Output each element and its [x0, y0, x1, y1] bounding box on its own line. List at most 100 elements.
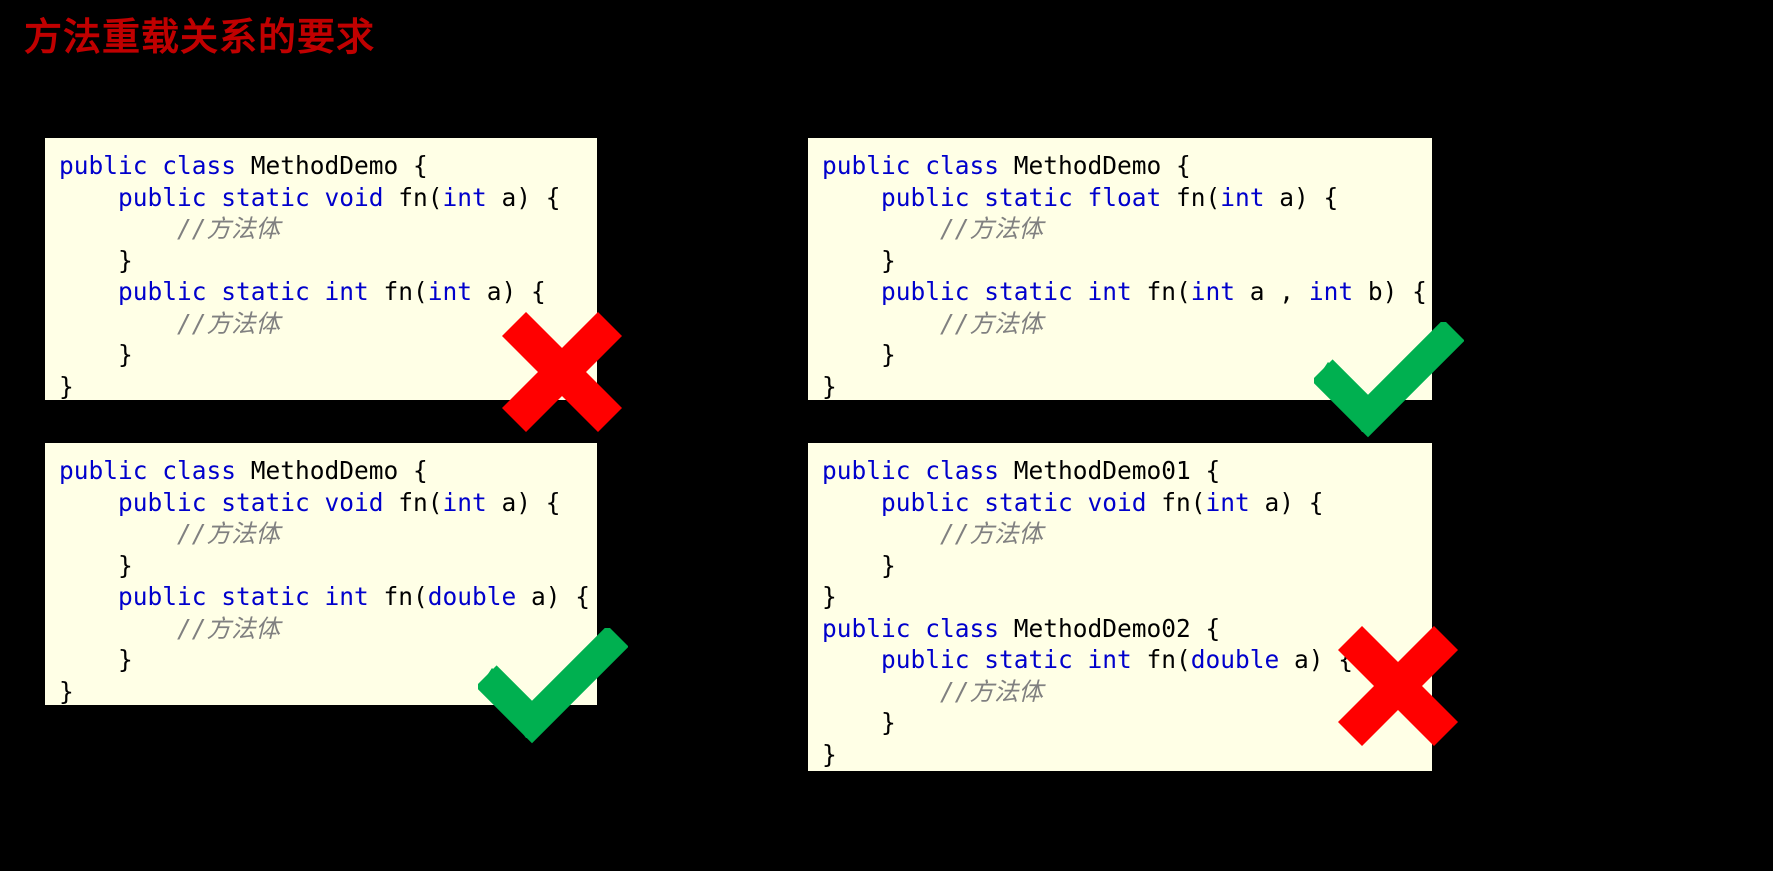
code-token: fn( [383, 582, 428, 611]
code-token: int [442, 182, 487, 212]
code-token: public static void [822, 487, 1162, 517]
code-token: a , [1235, 277, 1309, 306]
code-token: int [1308, 277, 1354, 306]
code-token: a) { [472, 277, 546, 306]
code-token: //方法体 [59, 214, 281, 243]
code-snippet-valid-different-params: public class MethodDemo { public static … [808, 138, 1432, 400]
code-line: //方法体 [59, 213, 597, 245]
code-token: //方法体 [59, 308, 281, 338]
code-line: } [822, 550, 1432, 582]
code-line: public static void fn(int a) { [59, 487, 597, 519]
code-token: } [822, 550, 896, 580]
code-line: //方法体 [822, 518, 1432, 550]
code-token: MethodDemo { [250, 456, 428, 485]
code-token: public static void [59, 487, 399, 517]
code-token: MethodDemo02 { [1013, 613, 1221, 643]
code-token: public class [59, 151, 251, 180]
code-token: } [59, 371, 74, 401]
code-token: } [822, 739, 837, 769]
code-line: public class MethodDemo02 { [822, 613, 1432, 645]
code-line: public class MethodDemo01 { [822, 455, 1432, 487]
code-line: public static void fn(int a) { [59, 182, 597, 214]
code-token: public static void [59, 182, 399, 212]
code-line: //方法体 [59, 613, 597, 645]
code-lines: public class MethodDemo { public static … [822, 150, 1432, 400]
code-line: public static int fn(double a) { [59, 581, 597, 613]
code-token: MethodDemo01 { [1013, 456, 1221, 485]
code-snippet-valid-different-param-type: public class MethodDemo { public static … [45, 443, 597, 705]
code-snippet-invalid-return-type-only: public class MethodDemo { public static … [45, 138, 597, 400]
code-token: int [1220, 182, 1265, 212]
code-token: fn( [398, 487, 443, 517]
code-token: //方法体 [822, 676, 1044, 706]
code-token: fn( [383, 277, 428, 306]
code-token: public static int [822, 277, 1147, 306]
code-token: //方法体 [59, 519, 281, 548]
code-token: } [822, 340, 896, 369]
code-token: a) { [486, 487, 561, 517]
code-snippet-invalid-different-classes: public class MethodDemo01 { public stati… [808, 443, 1432, 771]
code-line: } [59, 676, 597, 706]
code-line: public static int fn(int a , int b) { [822, 276, 1432, 308]
code-token: int [442, 487, 487, 517]
code-line: } [822, 581, 1432, 613]
code-token: public class [59, 456, 251, 485]
code-token: fn( [1176, 182, 1221, 212]
code-token: //方法体 [59, 613, 281, 643]
code-line: } [59, 550, 597, 582]
code-line: public class MethodDemo { [59, 150, 597, 182]
code-token: int [427, 277, 473, 306]
code-token: } [822, 582, 837, 611]
code-token: //方法体 [822, 519, 1044, 548]
page-title: 方法重载关系的要求 [24, 17, 376, 59]
code-token: } [59, 676, 74, 706]
code-token: //方法体 [822, 308, 1044, 338]
code-token: } [59, 550, 133, 580]
code-token: fn( [398, 182, 443, 212]
code-token: } [59, 340, 133, 369]
code-token: a) { [516, 582, 591, 611]
code-line: } [822, 245, 1432, 277]
code-line: } [59, 371, 597, 401]
code-token: double [1190, 645, 1280, 674]
code-line: public static int fn(int a) { [59, 276, 597, 308]
code-token: fn( [1146, 645, 1191, 674]
code-token: } [59, 645, 133, 674]
code-line: } [822, 371, 1432, 401]
code-token: } [822, 371, 837, 401]
code-token: public static int [822, 645, 1147, 674]
code-token: public class [822, 613, 1014, 643]
code-line: } [59, 245, 597, 277]
code-line: //方法体 [822, 308, 1432, 340]
code-line: //方法体 [59, 518, 597, 550]
code-token: //方法体 [822, 214, 1044, 243]
code-token: b) { [1353, 277, 1427, 306]
code-token: } [822, 708, 896, 737]
code-line: public class MethodDemo { [59, 455, 597, 487]
code-token: a) { [1279, 645, 1354, 674]
code-line: } [59, 644, 597, 676]
code-line: //方法体 [822, 213, 1432, 245]
code-token: a) { [1249, 487, 1324, 517]
code-token: int [1190, 277, 1236, 306]
code-line: //方法体 [59, 308, 597, 340]
code-token: a) { [1264, 182, 1339, 212]
code-token: double [427, 582, 517, 611]
code-line: } [59, 339, 597, 371]
code-token: public class [822, 456, 1014, 485]
code-token: public class [822, 151, 1014, 180]
code-token: MethodDemo { [250, 151, 428, 180]
code-token: } [822, 245, 896, 275]
code-line: } [822, 739, 1432, 771]
code-lines: public class MethodDemo { public static … [59, 150, 597, 400]
code-line: public static int fn(double a) { [822, 644, 1432, 676]
code-token: a) { [486, 182, 561, 212]
code-line: public static float fn(int a) { [822, 182, 1432, 214]
code-line: } [822, 707, 1432, 739]
code-line: public static void fn(int a) { [822, 487, 1432, 519]
code-token: } [59, 245, 133, 275]
code-lines: public class MethodDemo { public static … [59, 455, 597, 705]
code-token: fn( [1146, 277, 1191, 306]
code-token: public static int [59, 277, 384, 306]
code-line: } [822, 339, 1432, 371]
